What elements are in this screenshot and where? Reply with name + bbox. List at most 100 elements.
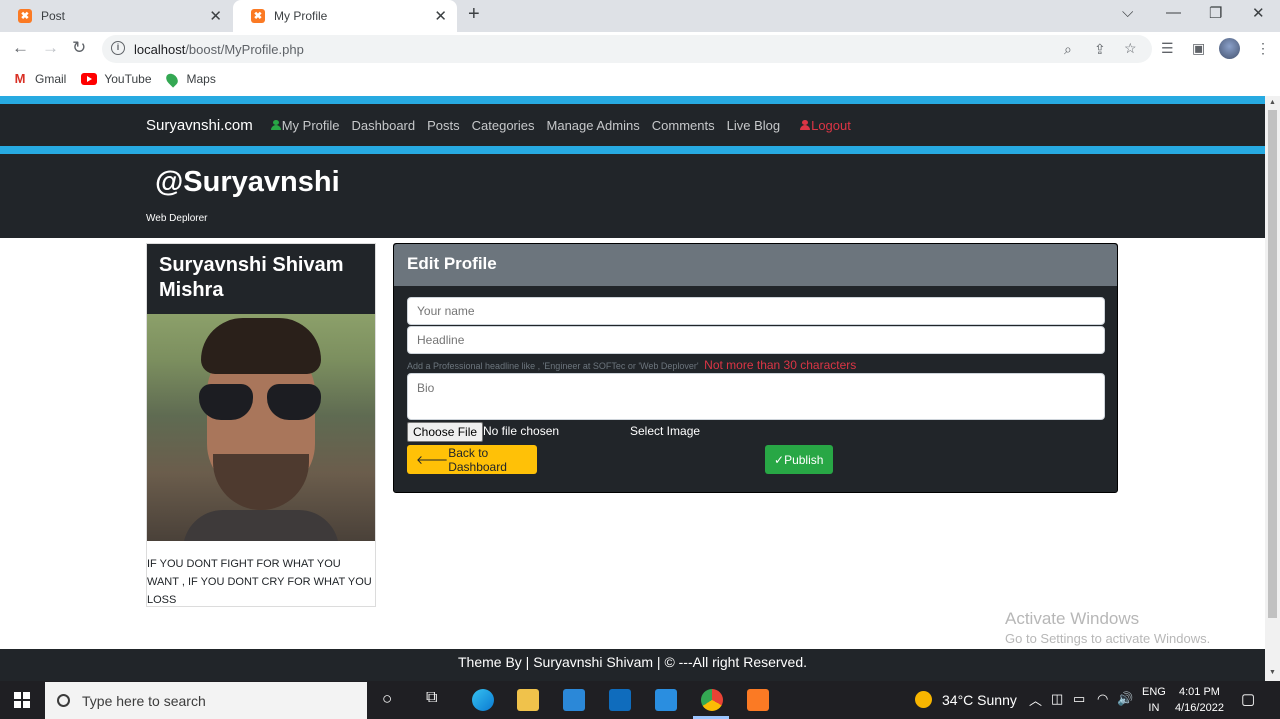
site-brand[interactable]: Suryavnshi.com: [146, 117, 253, 134]
side-panel-icon[interactable]: ▣: [1192, 40, 1205, 57]
headline-warning: Not more than 30 characters: [704, 358, 857, 372]
nav-logout[interactable]: Logout: [800, 118, 851, 133]
bio-textarea[interactable]: [407, 373, 1105, 420]
tab-post[interactable]: ✖ Post ✕: [0, 0, 232, 32]
zoom-icon[interactable]: ⌕: [1064, 41, 1072, 58]
weather-sun-icon[interactable]: [915, 691, 932, 708]
choose-file-button[interactable]: Choose File: [407, 422, 484, 442]
bookmark-youtube[interactable]: YouTube: [81, 72, 152, 86]
meet-now-icon[interactable]: ◫: [1051, 691, 1063, 707]
scroll-up-icon[interactable]: ▲: [1269, 99, 1276, 106]
file-status: No file chosen: [483, 424, 560, 438]
xampp-favicon-icon: ✖: [18, 9, 32, 23]
clock-time: 4:01 PM: [1178, 686, 1220, 698]
profile-avatar[interactable]: [1219, 38, 1240, 59]
nav-manage-admins[interactable]: Manage Admins: [547, 118, 640, 133]
battery-icon[interactable]: ▭: [1073, 691, 1085, 707]
publish-button[interactable]: ✓ Publish: [765, 445, 833, 474]
new-tab-icon[interactable]: +: [468, 3, 480, 26]
reading-list-icon[interactable]: ☰: [1161, 40, 1174, 57]
tab-search-chevron-icon[interactable]: ⌵: [1122, 4, 1133, 21]
site-footer: Theme By | Suryavnshi Shivam | © ---All …: [0, 649, 1265, 681]
back-to-dashboard-button[interactable]: 🡐 Back to Dashboard: [407, 445, 537, 474]
mid-accent-stripe: [0, 146, 1265, 154]
nav-live-blog[interactable]: Live Blog: [727, 118, 780, 133]
chrome-icon[interactable]: [701, 689, 723, 711]
user-icon: [270, 120, 281, 130]
address-bar[interactable]: i localhost/boost/MyProfile.php ⌕ ⇪ ☆: [102, 35, 1152, 63]
restore-icon[interactable]: ❐: [1209, 4, 1222, 22]
profile-subtitle: Web Deplorer: [146, 213, 208, 224]
photo-sunglasses: [199, 384, 323, 422]
minimize-icon[interactable]: —: [1166, 4, 1181, 21]
gmail-icon: M: [14, 71, 26, 86]
mail-icon[interactable]: [609, 689, 631, 711]
back-arrow-icon[interactable]: ←: [12, 38, 29, 58]
tab-close-icon[interactable]: ✕: [434, 7, 447, 25]
reload-icon[interactable]: ↻: [72, 38, 86, 58]
windows-start-icon[interactable]: [14, 692, 30, 708]
volume-icon[interactable]: 🔊: [1117, 691, 1133, 707]
taskbar-clock[interactable]: 4:01 PM 4/16/2022: [1175, 684, 1224, 716]
xampp-icon[interactable]: [747, 689, 769, 711]
button-label: Back to Dashboard: [448, 445, 507, 474]
headline-hint: Add a Professional headline like , 'Engi…: [407, 358, 856, 372]
browser-tab-strip: ✖ Post ✕ ✖ My Profile ✕ + ⌵ — ❐ ✕: [0, 0, 1280, 32]
select-image-label: Select Image: [630, 424, 701, 438]
notification-icon[interactable]: ▢: [1241, 690, 1255, 708]
menu-kebab-icon[interactable]: ⋮: [1256, 40, 1270, 57]
scrollbar-thumb[interactable]: [1268, 110, 1277, 618]
button-label: Publish: [784, 452, 824, 467]
search-placeholder: Type here to search: [82, 692, 206, 709]
check-icon: ✓: [774, 452, 785, 467]
headline-input[interactable]: [407, 326, 1105, 354]
profile-handle: @Suryavnshi: [155, 166, 340, 198]
close-window-icon[interactable]: ✕: [1252, 4, 1265, 22]
windows-taskbar: Type here to search ○ ⧉ 34°C Sunny ︿ ◫ ▭…: [0, 681, 1280, 719]
taskbar-search[interactable]: Type here to search: [45, 682, 367, 719]
profile-full-name: Suryavnshi Shivam Mishra: [147, 244, 375, 314]
bookmarks-bar: M Gmail YouTube Maps: [0, 66, 1280, 92]
tab-title: My Profile: [274, 9, 328, 23]
watermark-title: Activate Windows: [1005, 609, 1140, 628]
tab-close-icon[interactable]: ✕: [209, 7, 222, 25]
maps-pin-icon: [163, 70, 180, 88]
nav-dashboard[interactable]: Dashboard: [352, 118, 416, 133]
photo-hair: [201, 318, 321, 374]
page-scrollbar[interactable]: ▲ ▼: [1265, 96, 1280, 681]
nav-my-profile[interactable]: My Profile: [270, 117, 340, 133]
site-info-icon[interactable]: i: [111, 41, 125, 55]
share-icon[interactable]: ⇪: [1094, 41, 1106, 58]
region-code: IN: [1148, 702, 1160, 714]
profile-header: @Suryavnshi Web Deplorer: [0, 154, 1265, 238]
vscode-icon[interactable]: [655, 689, 677, 711]
bookmark-maps[interactable]: Maps: [163, 70, 216, 88]
wifi-icon[interactable]: ◠: [1097, 691, 1108, 707]
language-indicator[interactable]: ENG IN: [1142, 684, 1166, 716]
edge-icon[interactable]: [472, 689, 494, 711]
nav-label: Logout: [811, 117, 851, 133]
name-input[interactable]: [407, 297, 1105, 325]
task-view-icon[interactable]: ⧉: [426, 689, 437, 707]
profile-photo: [147, 314, 375, 541]
scroll-down-icon[interactable]: ▼: [1269, 669, 1276, 676]
nav-categories[interactable]: Categories: [472, 118, 535, 133]
nav-label: My Profile: [281, 117, 340, 133]
tab-my-profile[interactable]: ✖ My Profile ✕: [233, 0, 457, 32]
bookmark-label: Gmail: [35, 72, 67, 86]
url-text: localhost/boost/MyProfile.php: [134, 42, 304, 57]
store-icon[interactable]: [563, 689, 585, 711]
file-explorer-icon[interactable]: [517, 689, 539, 711]
weather-text[interactable]: 34°C Sunny: [942, 692, 1017, 708]
bookmark-gmail[interactable]: M Gmail: [12, 71, 67, 86]
bookmark-star-icon[interactable]: ☆: [1124, 40, 1137, 57]
cortana-icon[interactable]: ○: [382, 689, 392, 709]
hint-text: Add a Professional headline like , 'Engi…: [407, 361, 699, 371]
photo-shirt: [183, 510, 339, 541]
nav-comments[interactable]: Comments: [652, 118, 715, 133]
forward-arrow-icon[interactable]: →: [42, 38, 59, 58]
lang-code: ENG: [1142, 686, 1166, 698]
nav-posts[interactable]: Posts: [427, 118, 460, 133]
top-accent-stripe: [0, 96, 1265, 104]
tray-overflow-icon[interactable]: ︿: [1029, 690, 1042, 709]
